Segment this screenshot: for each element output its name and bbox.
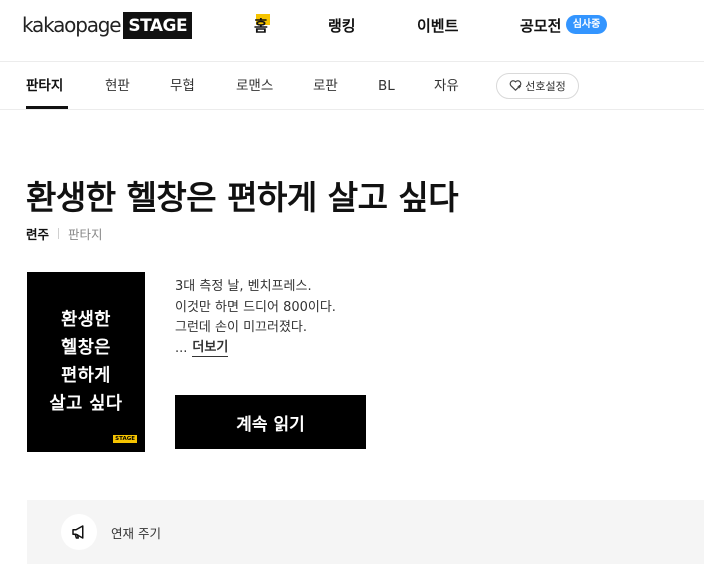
genre-tab-bar: 판타지 현판 무협 로맨스 로판 BL 자유 선호설정 [0, 62, 704, 110]
contest-status-badge: 심사중 [566, 15, 607, 34]
heart-icon [509, 79, 525, 94]
tab-bl[interactable]: BL [378, 77, 395, 95]
schedule-label: 연재 주기 [111, 526, 161, 541]
nav-ranking[interactable]: 랭킹 [328, 15, 356, 37]
more-link[interactable]: 더보기 [192, 340, 229, 358]
megaphone-icon [61, 514, 97, 550]
cover-stage-mark: STAGE [113, 435, 137, 443]
synopsis-line: 그런데 손이 미끄러졌다. [175, 320, 307, 335]
nav-contest[interactable]: 공모전 [520, 15, 561, 37]
synopsis-line: 이것만 하면 드디어 800이다. [175, 299, 336, 315]
active-tab-underline [26, 106, 68, 109]
work-meta: 련주 판타지 [26, 224, 103, 242]
preference-settings-button[interactable]: 선호설정 [496, 73, 579, 99]
tab-modern-fantasy[interactable]: 현판 [105, 77, 130, 95]
cover-title-line: 살고 싶다 [49, 394, 123, 414]
synopsis-line: 3대 측정 날, 벤치프레스. [175, 279, 312, 294]
kakaopage-stage-logo[interactable]: kakaopage STAGE [22, 10, 193, 40]
tab-martial-arts[interactable]: 무협 [170, 77, 195, 95]
meta-divider [58, 227, 60, 239]
logo-stage-mark: STAGE [123, 11, 193, 39]
cover-image: 환생한 헬창은 편하게 살고 싶다 STAGE [27, 272, 145, 452]
continue-reading-button[interactable]: 계속 읽기 [175, 395, 366, 449]
cover-title-line: 환생한 [61, 310, 111, 330]
nav-event[interactable]: 이벤트 [417, 15, 458, 37]
tab-free[interactable]: 자유 [434, 77, 459, 95]
top-header: kakaopage STAGE 홈 랭킹 이벤트 공모전 심사중 [0, 0, 704, 62]
work-title: 환생한 헬창은 편하게 살고 싶다 [26, 178, 459, 217]
cover-title-line: 편하게 [61, 366, 111, 386]
synopsis-more-row: ... 더보기 [175, 339, 336, 360]
ellipsis: ... [175, 340, 188, 356]
author-name[interactable]: 련주 [26, 224, 49, 243]
cover-title-line: 헬창은 [61, 338, 111, 358]
nav-home[interactable]: 홈 [254, 15, 268, 37]
tab-romance-fantasy[interactable]: 로판 [313, 77, 338, 95]
tab-fantasy[interactable]: 판타지 [26, 77, 63, 95]
work-genre: 판타지 [68, 226, 103, 242]
preference-label: 선호설정 [525, 80, 566, 93]
logo-word: kakaopage [22, 13, 122, 37]
tab-romance[interactable]: 로맨스 [236, 77, 273, 95]
schedule-panel: 연재 주기 [27, 500, 704, 564]
synopsis: 3대 측정 날, 벤치프레스. 이것만 하면 드디어 800이다. 그런데 손이… [175, 277, 336, 359]
